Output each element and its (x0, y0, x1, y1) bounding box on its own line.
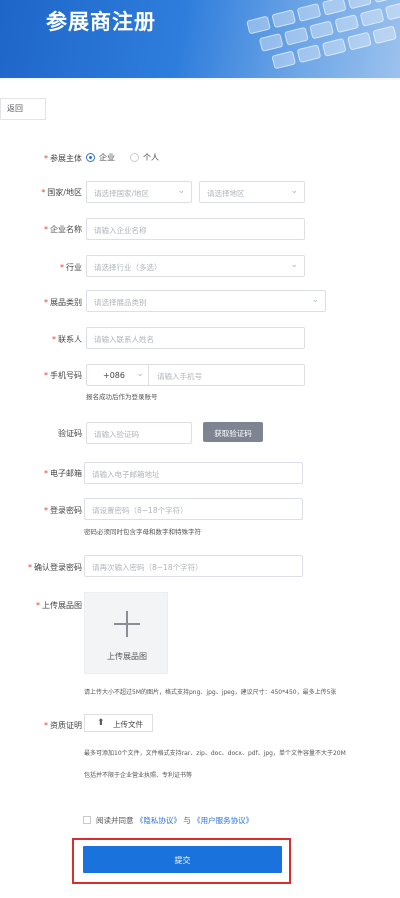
email-input[interactable]: 请输入电子邮箱地址 (84, 462, 303, 484)
company-label: * 企业名称 (44, 225, 82, 234)
confirm-password-input[interactable]: 请再次输入密码（8~18个字符） (84, 555, 303, 577)
phone-input-group: +086 ⌄ 请输入手机号 (86, 364, 305, 386)
chevron-down-icon: ⌄ (311, 295, 319, 305)
get-code-button[interactable]: 获取验证码 (203, 422, 263, 442)
phone-label: * 手机号码 (44, 371, 82, 380)
chevron-down-icon: ⌄ (136, 369, 144, 379)
verify-code-input[interactable]: 请输入验证码 (86, 422, 192, 444)
category-label: * 展品类别 (44, 298, 82, 307)
industry-label: * 行业 (60, 263, 82, 272)
subject-label: * 参展主体 (44, 154, 82, 163)
company-name-input[interactable]: 请输入企业名称 (86, 218, 305, 240)
keyboard-graphic (232, 0, 400, 78)
back-button[interactable]: 返回 (0, 98, 46, 120)
privacy-policy-link[interactable]: 《隐私协议》 (136, 816, 181, 825)
plus-icon-vertical (126, 611, 128, 637)
proof-label: * 资质证明 (44, 721, 82, 730)
region-label: * 国家/地区 (41, 188, 82, 197)
phone-input[interactable]: 请输入手机号 (157, 371, 202, 382)
agree-checkbox[interactable] (83, 816, 91, 824)
subject-radio-company[interactable] (86, 153, 95, 162)
upload-arrow-icon: ⬆ (97, 718, 105, 728)
user-agreement-link[interactable]: 《用户服务协议》 (193, 816, 253, 825)
subject-radio-personal[interactable] (130, 153, 139, 162)
phone-hint: 报名成功后作为登录账号 (86, 393, 158, 401)
chevron-down-icon: ⌄ (177, 186, 185, 196)
contact-name-input[interactable]: 请输入联系人姓名 (86, 327, 305, 349)
chevron-down-icon: ⌄ (290, 260, 298, 270)
confirm-password-label: * 确认登录密码 (28, 563, 82, 572)
industry-select[interactable]: 请选择行业（多选） ⌄ (86, 255, 305, 277)
email-label: * 电子邮箱 (44, 469, 82, 478)
agree-text: 阅读并同意 《隐私协议》 与 《用户服务协议》 (96, 815, 253, 826)
country-code-select[interactable]: +086 ⌄ (87, 365, 149, 385)
image-upload-label: * 上传展品图 (36, 601, 82, 610)
subject-option-personal: 个人 (143, 153, 159, 162)
image-hint: 请上传大小不超过5M的图片，格式支持png、jpg、jpeg，建议尺寸：450*… (84, 689, 337, 696)
chevron-down-icon: ⌄ (290, 186, 298, 196)
region-select[interactable]: 请选择地区 ⌄ (199, 181, 305, 203)
proof-hint-formats: 最多可添加10个文件，文件格式支持rar、zip、doc、docx、pdf、jp… (84, 750, 346, 757)
proof-hint-types: 包括并不限于企业营业执照、专利证书等 (84, 772, 193, 779)
upload-file-button[interactable]: ⬆ 上传文件 (84, 714, 153, 732)
verify-label: 验证码 (58, 429, 82, 438)
upload-box-label: 上传展品图 (107, 652, 147, 661)
agree-prefix: 阅读并同意 (96, 816, 134, 825)
header-banner: 参展商注册 (0, 0, 400, 78)
submit-button[interactable]: 提交 (83, 846, 282, 873)
password-hint: 密码必须同时包含字母和数字和特殊字符 (84, 528, 201, 536)
image-upload-button[interactable]: 上传展品图 (84, 592, 168, 674)
page-title: 参展商注册 (46, 10, 156, 34)
country-select[interactable]: 请选择国家/地区 ⌄ (86, 181, 192, 203)
upload-file-label: 上传文件 (113, 720, 143, 729)
category-select[interactable]: 请选择展品类别 ⌄ (86, 290, 326, 312)
password-label: * 登录密码 (44, 506, 82, 515)
contact-label: * 联系人 (52, 335, 82, 344)
agree-and: 与 (183, 816, 191, 825)
password-input[interactable]: 请设置密码（8~18个字符） (84, 498, 303, 520)
subject-option-company: 企业 (99, 153, 115, 162)
